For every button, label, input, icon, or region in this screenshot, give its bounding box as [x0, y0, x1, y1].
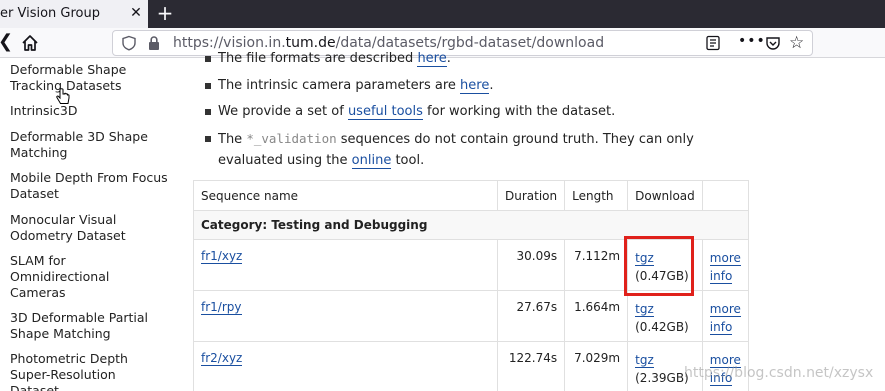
shield-icon[interactable] — [121, 35, 137, 51]
sidebar-item-photometric-depth[interactable]: Photometric Depth Super-Resolution Datas… — [10, 351, 140, 391]
online-tool-link[interactable]: online — [351, 153, 392, 169]
duration-cell: 27.67s — [496, 290, 566, 342]
sequence-link[interactable]: fr2/xyz — [201, 351, 243, 366]
length-cell: 7.029m — [564, 341, 629, 391]
close-icon[interactable]: ✕ — [127, 4, 145, 22]
sidebar-item-monocular-visual-odometry[interactable]: Monocular Visual Odometry Dataset — [10, 212, 170, 244]
lock-icon[interactable] — [147, 35, 161, 51]
watermark: https://blog.csdn.net/xzysx — [684, 365, 874, 381]
length-cell: 7.112m — [564, 239, 629, 291]
list-item: The file formats are described here. — [205, 48, 748, 69]
column-header-more — [701, 180, 749, 211]
more-link[interactable]: more — [709, 302, 741, 317]
more-actions-icon[interactable]: ••• — [738, 33, 766, 49]
tgz-download-link[interactable]: tgz — [635, 302, 654, 317]
pocket-icon[interactable] — [765, 35, 781, 51]
more-link[interactable]: more — [709, 251, 741, 266]
info-link[interactable]: info — [709, 269, 733, 284]
sidebar-item-deformable-shape-tracking[interactable]: Deformable Shape Tracking Datasets — [10, 62, 170, 94]
info-link[interactable]: info — [709, 320, 733, 335]
table-row: fr1/rpy 27.67s 1.664m tgz (0.42GB) more in… — [193, 290, 749, 342]
hand-cursor-icon — [56, 88, 70, 104]
sidebar: Deformable Shape Tracking Datasets Intri… — [0, 58, 175, 391]
tab-title: ter Vision Group — [0, 6, 100, 21]
sequence-link[interactable]: fr1/rpy — [201, 300, 242, 315]
sidebar-item-slam-omnidirectional[interactable]: SLAM for Omnidirectional Cameras — [10, 253, 120, 301]
list-item: The *_validation sequences do not contai… — [205, 128, 748, 171]
bookmark-star-icon[interactable]: ☆ — [789, 33, 804, 53]
column-header-length: Length — [564, 180, 629, 211]
useful-tools-link[interactable]: useful tools — [347, 104, 423, 120]
tab-bar: ter Vision Group ✕ + — [0, 0, 885, 28]
validation-code: *_validation — [246, 131, 337, 146]
list-item: We provide a set of useful tools for wor… — [205, 101, 748, 122]
table-row: fr2/xyz 122.74s 7.029m tgz (2.39GB) more i… — [193, 341, 749, 391]
sidebar-item-3d-deformable-partial[interactable]: 3D Deformable Partial Shape Matching — [10, 310, 170, 342]
home-icon[interactable] — [20, 33, 40, 53]
sequence-link[interactable]: fr1/xyz — [201, 249, 243, 264]
duration-cell: 122.74s — [496, 341, 566, 391]
new-tab-icon[interactable]: + — [154, 2, 176, 24]
back-icon[interactable]: ❮ — [0, 31, 13, 52]
column-header-sequence: Sequence name — [193, 180, 498, 211]
table-header-row: Sequence name Duration Length Download — [193, 180, 749, 211]
column-header-download: Download — [627, 180, 703, 211]
browser-tab[interactable]: ter Vision Group ✕ — [0, 0, 148, 28]
sidebar-item-mobile-depth-from-focus[interactable]: Mobile Depth From Focus Dataset — [10, 170, 170, 202]
sidebar-item-deformable-3d-shape-matching[interactable]: Deformable 3D Shape Matching — [10, 129, 170, 161]
duration-cell: 30.09s — [496, 239, 566, 291]
column-header-duration: Duration — [496, 180, 566, 211]
main-content: The file formats are described here. The… — [175, 51, 885, 391]
file-size: (0.42GB) — [635, 320, 689, 334]
highlight-box — [624, 236, 694, 296]
file-formats-link[interactable]: here — [417, 51, 447, 67]
intrinsic-parameters-link[interactable]: here — [460, 78, 490, 94]
list-item: The intrinsic camera parameters are here… — [205, 75, 748, 96]
length-cell: 1.664m — [564, 290, 629, 342]
tgz-download-link[interactable]: tgz — [635, 353, 654, 368]
sidebar-item-intrinsic3d[interactable]: Intrinsic3D — [10, 103, 170, 119]
